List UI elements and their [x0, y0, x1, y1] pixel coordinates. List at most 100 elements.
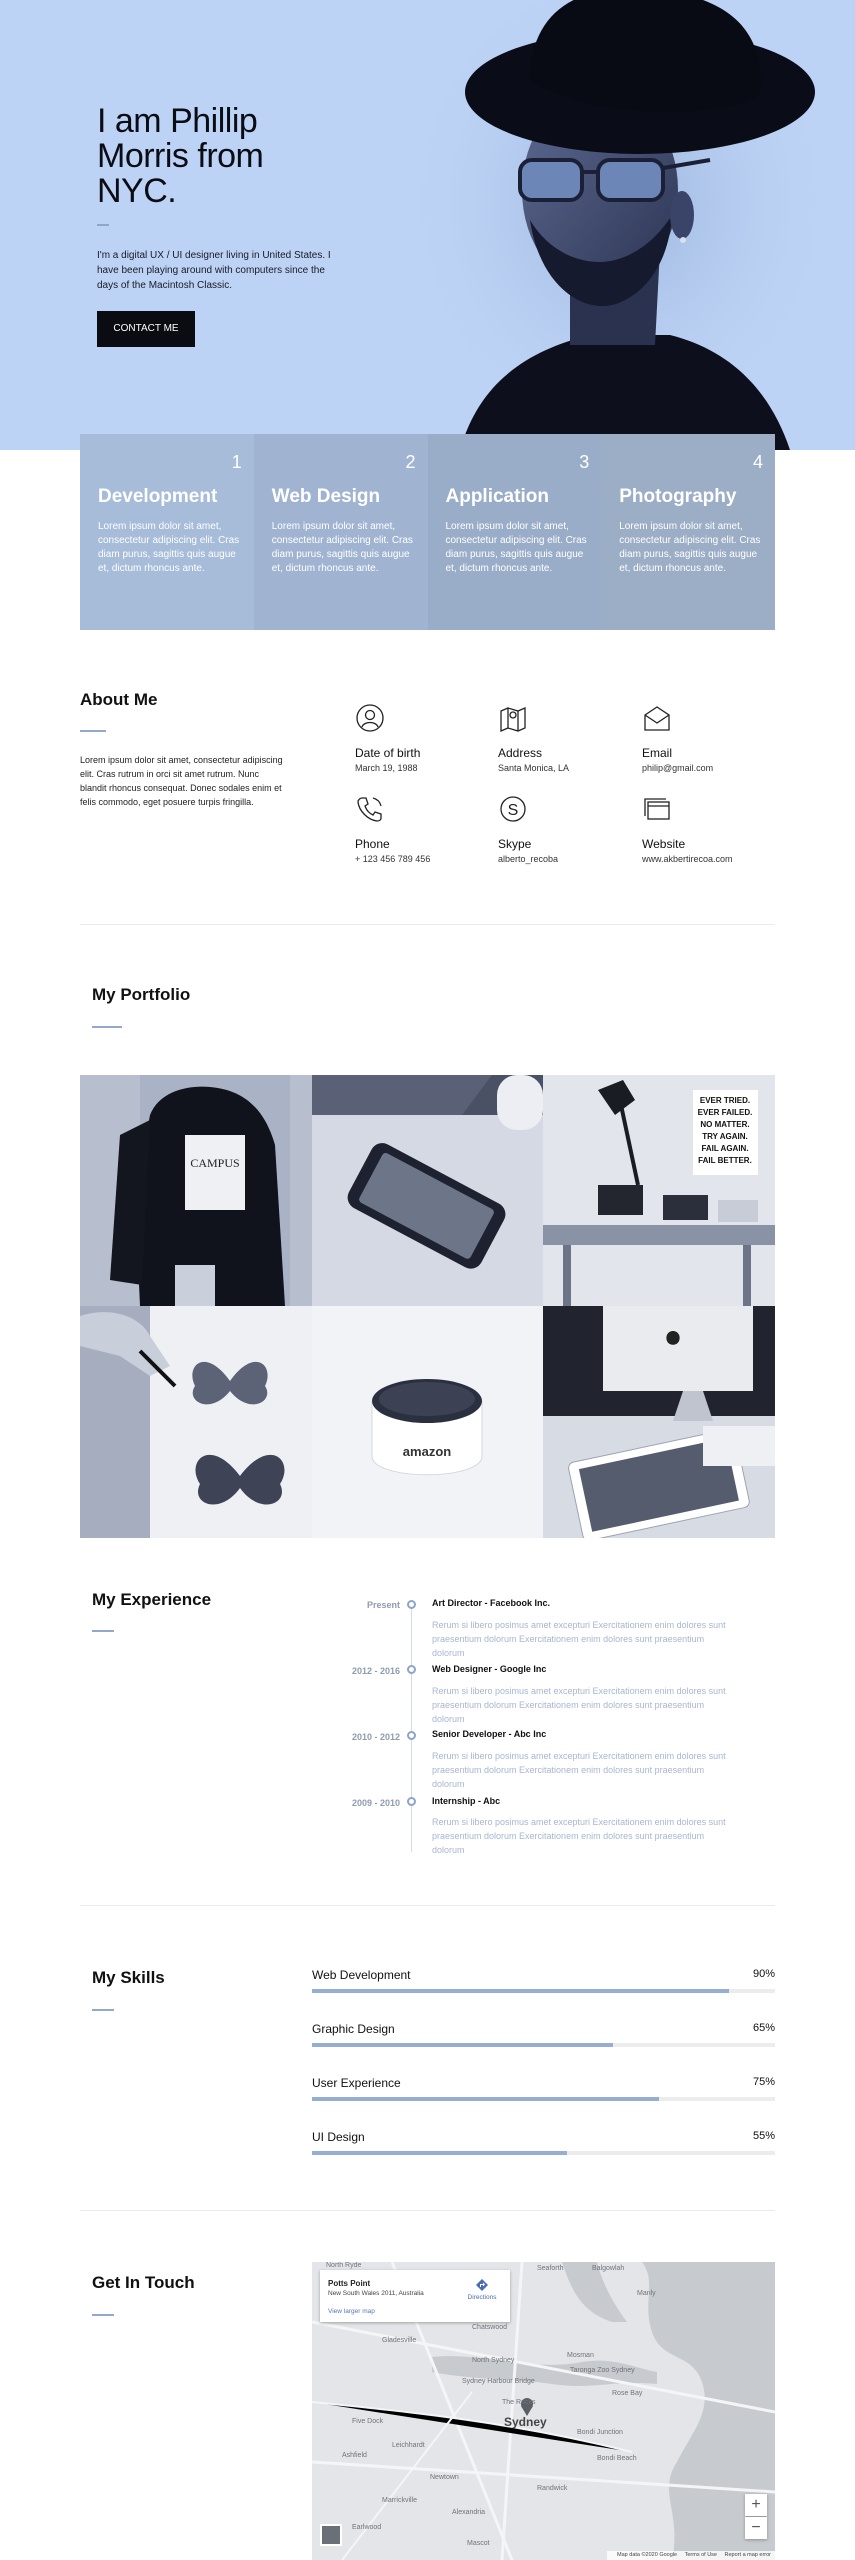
skill-bar-track: [312, 1989, 775, 1993]
map-place-name: Potts Point: [328, 2279, 371, 2288]
portfolio-item-imac[interactable]: [543, 1306, 775, 1538]
portfolio-item-butterflies[interactable]: [80, 1306, 312, 1538]
website-link[interactable]: www.akbertirecoa.com: [642, 854, 772, 864]
info-label: Address: [498, 746, 543, 760]
service-number: 3: [579, 452, 590, 472]
experience-desc: Rerum si libero posimus amet excepturi E…: [432, 1686, 726, 1724]
map-label: Five Dock: [352, 2418, 384, 2425]
experience-desc: Rerum si libero posimus amet excepturi E…: [432, 1620, 726, 1658]
skill-bar-fill: [312, 2097, 660, 2101]
section-divider: [80, 1905, 775, 1906]
butterfly-sketch-photo: [80, 1306, 312, 1538]
portfolio-item-smartphone[interactable]: [312, 1075, 543, 1306]
skill-bar-fill: [312, 2043, 613, 2047]
info-label: Website: [642, 837, 686, 851]
experience-divider: [92, 1630, 114, 1632]
info-label[interactable]: Email: [642, 746, 772, 760]
map-footer: Map data ©2020 Google Terms of Use Repor…: [607, 2551, 775, 2560]
info-date-of-birth: Date of birth March 19, 1988: [355, 703, 485, 773]
map-label: The Rocks: [502, 2399, 536, 2406]
skill-name: Web Development: [312, 1968, 411, 1982]
report-error-link[interactable]: Report a map error: [725, 2552, 771, 2558]
map-label: Randwick: [537, 2485, 568, 2492]
map-label: Seaforth: [537, 2265, 564, 2272]
service-title: Development: [98, 486, 218, 507]
satellite-toggle[interactable]: [320, 2524, 342, 2546]
map-label: North Sydney: [472, 2357, 515, 2364]
imac-tablet-photo: [543, 1306, 775, 1538]
portfolio-item-desk[interactable]: EVER TRIED. EVER FAILED. NO MATTER. TRY …: [543, 1075, 775, 1306]
timeline-line: [411, 1600, 412, 1852]
skills-title: My Skills: [92, 1968, 165, 1987]
view-larger-map-link[interactable]: View larger map: [328, 2308, 375, 2315]
portfolio-item-fashion[interactable]: CAMPUS: [80, 1075, 312, 1306]
skill-bar-fill: [312, 1989, 729, 1993]
map-label: Bondi Beach: [597, 2455, 637, 2462]
service-number: 1: [231, 452, 242, 472]
experience-desc: Rerum si libero posimus amet excepturi E…: [432, 1751, 726, 1789]
fashion-sweatshirt-photo: CAMPUS: [80, 1075, 312, 1306]
info-email: Email philip@gmail.com: [642, 703, 772, 773]
skill-bar-track: [312, 2097, 775, 2101]
section-divider: [80, 2210, 775, 2211]
contact-divider: [92, 2314, 114, 2316]
section-divider: [80, 924, 775, 925]
portrait-photo: [420, 0, 820, 450]
email-link[interactable]: philip@gmail.com: [642, 763, 772, 773]
envelope-icon: [644, 706, 670, 731]
info-website: Website www.akbertirecoa.com: [642, 794, 772, 864]
skills-divider: [92, 2009, 114, 2011]
info-value: + 123 456 789 456: [355, 854, 431, 864]
about-text: Lorem ipsum dolor sit amet, consectetur …: [80, 755, 283, 807]
svg-text:FAIL BETTER.: FAIL BETTER.: [698, 1156, 752, 1165]
timeline-dot: [407, 1665, 416, 1674]
map-label: Balgowlah: [592, 2265, 625, 2272]
contact-me-button[interactable]: CONTACT ME: [97, 311, 195, 347]
map-label: Taronga Zoo Sydney: [570, 2367, 635, 2374]
contact-title: Get In Touch: [92, 2273, 195, 2292]
service-title: Web Design: [271, 486, 381, 507]
smartphone-photo: [312, 1075, 543, 1306]
amazon-brand-text: amazon: [403, 1444, 451, 1459]
zoom-out-button[interactable]: −: [745, 2517, 767, 2539]
svg-text:CAMPUS: CAMPUS: [190, 1156, 239, 1170]
map-label: Rose Bay: [612, 2390, 643, 2397]
service-text: Lorem ipsum dolor sit amet, consectetur …: [445, 521, 587, 574]
about-title: About Me: [80, 690, 158, 709]
info-skype: S Skype alberto_recoba: [498, 794, 628, 864]
experience-title: My Experience: [92, 1590, 212, 1609]
service-card-web-design[interactable]: 2 Web Design Lorem ipsum dolor sit amet,…: [253, 434, 428, 630]
zoom-in-button[interactable]: +: [745, 2494, 767, 2516]
svg-text:FAIL AGAIN.: FAIL AGAIN.: [701, 1144, 748, 1153]
service-card-development[interactable]: 1 Development Lorem ipsum dolor sit amet…: [80, 434, 254, 630]
portfolio-title: My Portfolio: [92, 985, 191, 1004]
skill-bar-fill: [312, 2151, 567, 2155]
portfolio-item-echo[interactable]: amazon: [312, 1306, 543, 1538]
skill-name: Graphic Design: [312, 2022, 395, 2036]
map-embed[interactable]: North Ryde Seaforth Balgowlah Manly Chat…: [312, 2262, 775, 2560]
service-card-photography[interactable]: 4 Photography Lorem ipsum dolor sit amet…: [601, 434, 775, 630]
hero-section: I am Phillip Morris from NYC. I'm a digi…: [0, 0, 855, 450]
map-label: Manly: [637, 2290, 656, 2297]
phone-icon: [357, 797, 382, 822]
skill-percent: 90%: [752, 1968, 775, 1980]
map-place-address: New South Wales 2011, Australia: [328, 2290, 424, 2297]
portfolio-grid: CAMPUS EVER TRIED. EVER FAILED. NO MATTE…: [80, 1075, 775, 1538]
service-text: Lorem ipsum dolor sit amet, consectetur …: [271, 521, 413, 574]
service-number: 2: [405, 452, 416, 472]
directions-button[interactable]: Directions: [462, 2278, 502, 2301]
experience-date: 2010 - 2012: [351, 1732, 400, 1742]
svg-text:NO MATTER.: NO MATTER.: [700, 1120, 749, 1129]
map-attribution: Map data ©2020 Google: [617, 2552, 678, 2558]
amazon-echo-photo: amazon: [312, 1306, 543, 1538]
timeline-dot: [407, 1600, 416, 1609]
map-label: Chatswood: [472, 2324, 508, 2331]
service-title: Application: [445, 486, 549, 507]
map-icon: [500, 707, 526, 732]
service-card-application[interactable]: 3 Application Lorem ipsum dolor sit amet…: [427, 434, 602, 630]
timeline-dot: [407, 1797, 416, 1806]
terms-link[interactable]: Terms of Use: [685, 2552, 717, 2558]
map-label: Earlwood: [352, 2524, 382, 2531]
directions-label: Directions: [467, 2294, 497, 2301]
map-label: Sydney Harbour Bridge: [462, 2378, 535, 2385]
